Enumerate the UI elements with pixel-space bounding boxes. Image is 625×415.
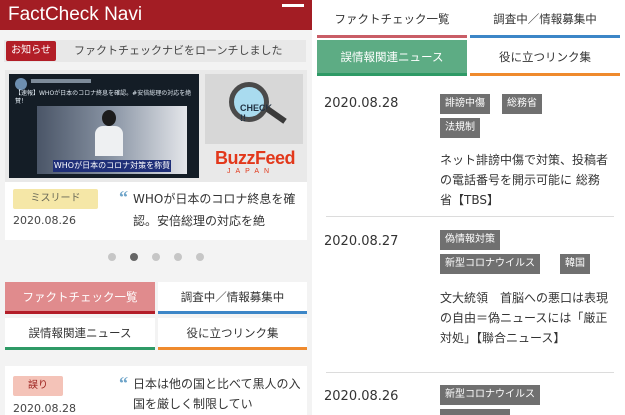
site-title[interactable]: FactCheck Navi (8, 2, 142, 28)
header-bar: FactCheck Navi (0, 0, 312, 30)
article-date: 2020.08.28 (324, 96, 399, 111)
carousel-dots (0, 246, 312, 261)
tweet-screenshot: 【速報】WHOが日本のコロナ終息を確認。#安倍総理の対応を絶賛！ WHOが日本の… (9, 74, 199, 178)
buzzfeed-logo-sub: JAPAN (227, 168, 275, 175)
article-date: 2020.08.27 (324, 234, 399, 249)
slide-title[interactable]: WHOが日本のコロナ終息を確認。安倍総理の対応を絶 (133, 188, 303, 232)
article-tag[interactable]: 総務省 (502, 94, 542, 114)
tweet-username (31, 79, 91, 83)
speaker-figure (95, 110, 123, 162)
quote-icon: “ (119, 187, 128, 207)
card-date: 2020.08.28 (13, 402, 76, 415)
slide-date: 2020.08.26 (13, 214, 76, 227)
buzzfeed-logo: BuzzFeed (215, 148, 296, 168)
nav-factcheck-list[interactable]: ファクトチェック一覧 (5, 282, 155, 314)
article-divider (326, 216, 614, 217)
verdict-tag: 誤り (13, 376, 63, 396)
article-date: 2020.08.26 (324, 389, 399, 404)
article-divider (326, 372, 614, 373)
nav-misinfo-news[interactable]: 誤情報関連ニュース (5, 318, 155, 350)
nav-investigating[interactable]: 調査中／情報募集中 (158, 282, 307, 314)
carousel-dot[interactable] (174, 253, 182, 261)
tweet-text: 【速報】WHOが日本のコロナ終息を確認。#安倍総理の対応を絶賛！ (15, 90, 192, 105)
carousel-dot[interactable] (108, 253, 116, 261)
card-title[interactable]: 日本は他の国と比べて黒人の入国を厳しく制限してい (133, 374, 303, 414)
carousel-dot[interactable] (152, 253, 160, 261)
verdict-tag: ミスリード (13, 189, 98, 209)
news-text[interactable]: ファクトチェックナビをローンチしました (74, 40, 282, 62)
article-tag[interactable]: 新型コロナウイルス (440, 254, 540, 274)
article-title[interactable]: ネット誹謗中傷で対策、投稿者の電話番号を開示可能に 総務省【TBS】 (440, 150, 610, 210)
carousel-dot[interactable] (196, 253, 204, 261)
featured-slide[interactable]: 【速報】WHOが日本のコロナ終息を確認。#安倍総理の対応を絶賛！ WHOが日本の… (5, 70, 307, 240)
video-caption-bar: WHOが日本のコロナ対策を称賛 (53, 160, 171, 172)
right-panel: ファクトチェック一覧 調査中／情報募集中 誤情報関連ニュース 役に立つリンク集 … (312, 0, 625, 415)
article-tag[interactable]: 法規制 (440, 118, 480, 138)
quote-icon: “ (119, 373, 128, 393)
video-caption: WHOが日本のコロナ対策を称賛 (53, 161, 171, 170)
article-tag[interactable]: 新型コロナウイルス (440, 385, 540, 405)
menu-icon[interactable] (282, 4, 304, 7)
article-tag[interactable]: 誹謗中傷 (440, 94, 490, 114)
slide-image[interactable]: 【速報】WHOが日本のコロナ終息を確認。#安倍総理の対応を絶賛！ WHOが日本の… (5, 70, 307, 182)
speaker-head (102, 110, 116, 126)
news-ticker[interactable]: お知らせ ファクトチェックナビをローンチしました (4, 40, 306, 62)
magnifier-lens: CHECK !! (229, 82, 272, 123)
article-tag-partial[interactable] (440, 409, 510, 415)
news-badge: お知らせ (6, 41, 56, 61)
nav-useful-links[interactable]: 役に立つリンク集 (158, 318, 307, 350)
nav-useful-links[interactable]: 役に立つリンク集 (470, 40, 620, 76)
left-panel: FactCheck Navi お知らせ ファクトチェックナビをローンチしました … (0, 0, 312, 415)
tweet-video: WHOが日本のコロナ対策を称賛 (37, 106, 187, 174)
magnifier-icon: CHECK !! (225, 80, 287, 124)
article-tag[interactable]: 韓国 (560, 254, 590, 274)
article-tag[interactable]: 偽情報対策 (440, 230, 500, 250)
carousel-dot-active[interactable] (130, 253, 138, 261)
factcheck-card[interactable]: 誤り 2020.08.28 “ 日本は他の国と比べて黒人の入国を厳しく制限してい (5, 366, 307, 415)
tweet-avatar (15, 78, 27, 90)
speaker-body (95, 126, 123, 156)
nav-investigating[interactable]: 調査中／情報募集中 (470, 2, 620, 38)
nav-misinfo-news[interactable]: 誤情報関連ニュース (317, 40, 467, 76)
nav-factcheck-list[interactable]: ファクトチェック一覧 (317, 2, 467, 38)
article-title[interactable]: 文大統領 首脳への悪口は表現の自由＝偽ニュースには「厳正対処」【聯合ニュース】 (440, 288, 610, 348)
